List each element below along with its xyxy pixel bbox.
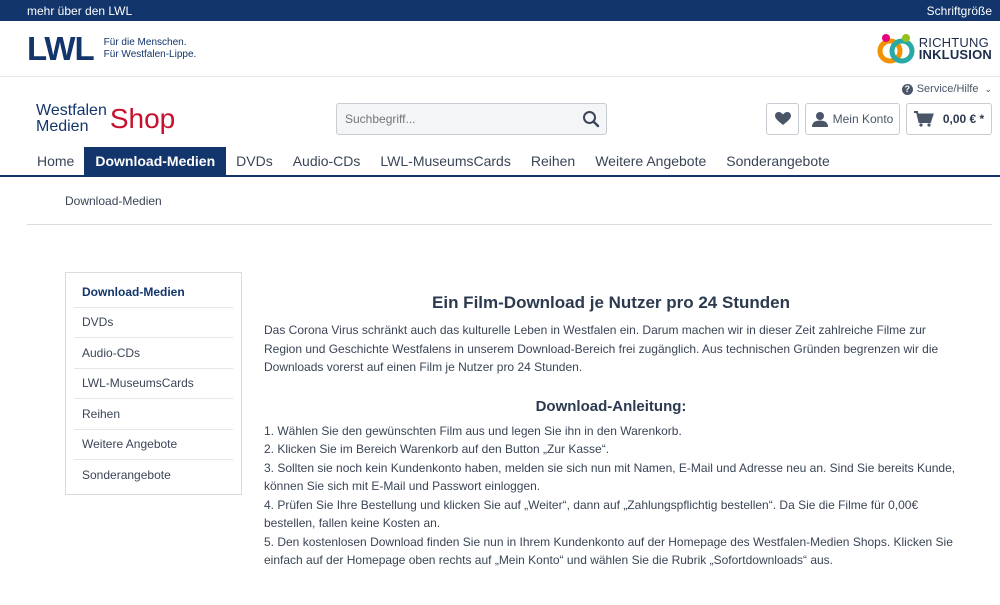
my-account-button[interactable]: Mein Konto [805,103,900,135]
sidebar-item-download-medien[interactable]: Download-Medien [74,277,233,308]
category-sidebar: Download-Medien DVDs Audio-CDs LWL-Museu… [65,272,242,495]
my-account-label: Mein Konto [832,112,894,126]
breadcrumb-current[interactable]: Download-Medien [65,194,162,208]
shop-logo-line-2: Medien [36,118,89,135]
page-title: Ein Film-Download je Nutzer pro 24 Stund… [432,293,790,312]
search-icon [583,111,600,128]
nav-home[interactable]: Home [27,147,84,175]
main-content: Ein Film-Download je Nutzer pro 24 Stund… [264,292,958,570]
step-1: 1. Wählen Sie den gewünschten Film aus u… [264,423,682,438]
sidebar-item-reihen[interactable]: Reihen [74,399,233,430]
nav-sonderangebote[interactable]: Sonderangebote [716,147,840,175]
help-icon: ? [901,83,913,95]
step-5: 5. Den kostenlosen Download finden Sie n… [264,534,953,568]
step-2: 2. Klicken Sie im Bereich Warenkorb auf … [264,442,610,456]
shop-logo[interactable]: Westfalen Medien Shop [36,103,175,135]
inklusion-line-2: INKLUSION [918,46,992,62]
about-lwl-link[interactable]: mehr über den LWL [27,4,132,18]
shop-header: Westfalen Medien Shop Mein Konto [0,101,1000,147]
shop-logo-line-1: Westfalen [36,102,107,119]
breadcrumb: Download-Medien [27,177,992,225]
step-3: 3. Sollten sie noch kein Kundenkonto hab… [264,460,956,494]
font-size-toggle[interactable]: Schriftgröße [927,4,992,18]
intro-text: Das Corona Virus schränkt auch das kultu… [264,323,939,374]
cart-total: 0,00 € * [942,112,985,126]
shop-logo-shop: Shop [109,103,176,134]
main-navigation: Home Download-Medien DVDs Audio-CDs LWL-… [0,147,1000,177]
nav-dvds[interactable]: DVDs [226,147,283,175]
lwl-tagline: Für die Menschen. Für Westfalen-Lippe. [104,37,197,61]
sidebar-item-lwl-museumscards[interactable]: LWL-MuseumsCards [74,369,233,399]
search-box [336,103,607,135]
sidebar-item-sonderangebote[interactable]: Sonderangebote [74,460,233,491]
nav-audio-cds[interactable]: Audio-CDs [283,147,371,175]
sidebar-item-audio-cds[interactable]: Audio-CDs [74,338,233,369]
header-actions: Mein Konto 0,00 € * [766,103,992,135]
nav-weitere-angebote[interactable]: Weitere Angebote [585,147,716,175]
brand-bar: LWL Für die Menschen. Für Westfalen-Lipp… [0,21,1000,77]
sidebar-item-weitere-angebote[interactable]: Weitere Angebote [74,430,233,460]
richtung-inklusion-logo[interactable]: RICHTUNG INKLUSION [876,32,992,66]
nav-lwl-museumscards[interactable]: LWL-MuseumsCards [370,147,520,175]
lwl-logo[interactable]: LWL Für die Menschen. Für Westfalen-Lipp… [27,32,196,65]
nav-reihen[interactable]: Reihen [521,147,585,175]
cart-button[interactable]: 0,00 € * [906,103,992,135]
search-button[interactable] [576,104,606,134]
inklusion-text: RICHTUNG INKLUSION [918,36,992,62]
lwl-tagline-1: Für die Menschen. [103,36,187,48]
chevron-down-icon: ⌄ [984,83,992,94]
service-bar: ? Service/Hilfe ⌄ [0,77,1000,101]
cart-icon [913,111,934,127]
instructions-heading: Download-Anleitung: [535,397,687,415]
user-icon [811,112,828,127]
nav-download-medien[interactable]: Download-Medien [84,147,227,175]
step-4: 4. Prüfen Sie Ihre Bestellung und klicke… [264,497,919,531]
inklusion-rings-icon [877,33,915,63]
wishlist-button[interactable] [766,103,799,135]
top-bar: mehr über den LWL Schriftgröße [0,0,1000,21]
lwl-wordmark: LWL [27,30,95,67]
heart-icon [774,112,791,125]
lwl-tagline-2: Für Westfalen-Lippe. [103,48,197,60]
sidebar-item-dvds[interactable]: DVDs [74,308,233,338]
search-input[interactable] [337,104,576,134]
service-help-menu[interactable]: Service/Hilfe [917,83,979,95]
